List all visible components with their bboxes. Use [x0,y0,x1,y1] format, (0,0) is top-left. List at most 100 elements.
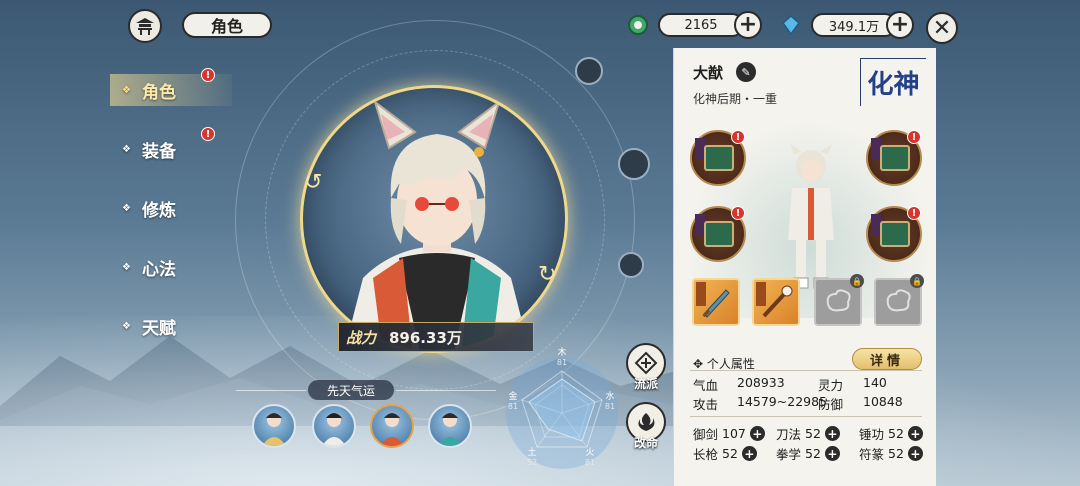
skill-value: 107 [722,426,746,441]
luck-avatar[interactable] [312,404,356,448]
divider [690,416,922,417]
nav-item-mind-method[interactable]: ❖ 心法 [122,251,232,283]
character-figure [788,144,834,289]
nav-label: 天赋 [142,318,176,339]
gold-arrow-icon: ↻ [538,262,557,287]
plus-icon[interactable]: + [907,426,923,441]
diamond-arrow-icon: ❖ [122,84,131,96]
weapon-slot[interactable] [692,278,740,326]
skill-sword-control: 御剑 107 + [693,424,765,443]
luck-avatar[interactable] [428,404,472,448]
plus-icon[interactable]: + [907,446,923,461]
diamond-arrow-icon: ❖ [122,143,131,155]
spirit-stone-amount: 349.1万 [811,13,897,37]
skill-label: 刀法 [776,427,802,442]
blue-crystal-icon [781,15,801,36]
radar-label-fire: 火 [585,447,594,458]
skill-label: 拳学 [776,447,802,462]
moon-icon [575,57,603,85]
school-emblem-icon [634,351,658,375]
home-button[interactable] [128,9,162,43]
figure-portrait-icon [262,413,286,446]
robe-item-icon [880,145,910,171]
details-button[interactable]: 详情 [852,348,922,370]
luck-avatar[interactable] [252,404,296,448]
combat-power-value: 896.33万 [389,328,462,347]
plus-icon[interactable]: + [749,426,765,441]
skill-label: 锤功 [859,427,885,442]
diamond-arrow-icon: ❖ [122,320,131,332]
diamond-arrow-icon: ❖ [122,261,131,273]
skill-blade: 刀法 52 + [776,424,840,443]
five-elements-radar: 木 81 水 81 火 81 土 52 金 81 [506,346,618,469]
radar-value-metal: 81 [508,402,518,411]
skill-fist: 拳学 52 + [776,444,840,463]
skill-value: 52 [888,426,904,441]
realm-badge: 化神 [860,58,926,106]
luck-avatar[interactable] [370,404,414,448]
alert-badge: ! [907,206,921,220]
plus-icon[interactable]: + [741,446,757,461]
alert-badge: ! [201,127,215,141]
locked-slot[interactable]: 🔒 [874,274,924,326]
nav-label: 装备 [142,141,176,162]
character-portrait[interactable] [300,85,568,353]
attr-def-label: 防御 [818,397,844,412]
skill-label: 符篆 [859,447,885,462]
radar-value-water: 81 [605,402,615,411]
locked-slot[interactable]: 🔒 [814,274,864,326]
character-detail-panel: 大猷 ✎ 化神后期・一重 化神 ! ! ! ! 🔒 🔒 ✥ 个人属性 详情 气血… [673,48,936,486]
moon-icon [618,148,650,180]
plus-icon[interactable]: + [824,446,840,461]
skill-spear: 长枪 52 + [693,444,757,463]
nav-label: 角色 [142,82,176,103]
character-name: 大猷 [693,64,724,82]
close-icon: ✕ [932,15,952,41]
robe-item-icon [704,145,734,171]
nav-item-equipment[interactable]: ❖ 装备 [122,133,232,165]
attr-atk-value: 14579~22985 [737,394,828,409]
attr-sp-value: 140 [863,375,887,390]
realm-subtitle: 化神后期・一重 [693,92,778,106]
diamond-bullet-icon: ✥ [693,357,707,371]
school-label: 流派 [633,377,658,391]
combat-power-badge: 战力 [345,328,376,347]
plus-icon[interactable]: + [824,426,840,441]
nav-item-talent[interactable]: ❖ 天赋 [122,310,232,342]
skill-label: 长枪 [693,447,719,462]
innate-luck-title: 先天气运 [308,380,394,400]
flame-swirl-icon [638,413,655,431]
radar-label-wood: 木 [557,346,566,358]
nav-item-cultivation[interactable]: ❖ 修炼 [122,192,232,224]
moon-icon [618,252,644,278]
attr-sp-label: 灵力 [818,378,844,393]
figure-portrait-icon [380,413,404,446]
add-spirit-stone-button[interactable]: + [886,11,914,39]
skill-value: 52 [805,426,821,441]
skill-label: 御剑 [693,427,719,442]
brush-icon[interactable]: ✎ [736,62,756,82]
skill-value: 52 [805,446,821,461]
diamond-arrow-icon: ❖ [122,202,131,214]
add-jade-button[interactable]: + [734,11,762,39]
divider [396,390,496,391]
radar-value-wood: 81 [557,358,567,367]
tier-tag-icon [696,282,706,306]
divider [236,390,306,391]
figure-portrait-icon [438,413,462,446]
robe-item-icon [880,221,910,247]
attr-def-value: 10848 [863,394,903,409]
attr-hp-label: 气血 [693,378,719,393]
alert-badge: ! [731,206,745,220]
radar-label-metal: 金 [508,390,517,402]
robe-item-icon [704,221,734,247]
jade-amount: 2165 [658,13,744,37]
green-jade-icon [628,15,648,35]
weapon-slot[interactable] [752,278,800,326]
radar-label-water: 水 [605,390,614,402]
alert-badge: ! [731,130,745,144]
close-button[interactable]: ✕ [926,12,958,44]
skill-hammer: 锤功 52 + [859,424,923,443]
page-title: 角色 [182,12,272,38]
alert-badge: ! [907,130,921,144]
